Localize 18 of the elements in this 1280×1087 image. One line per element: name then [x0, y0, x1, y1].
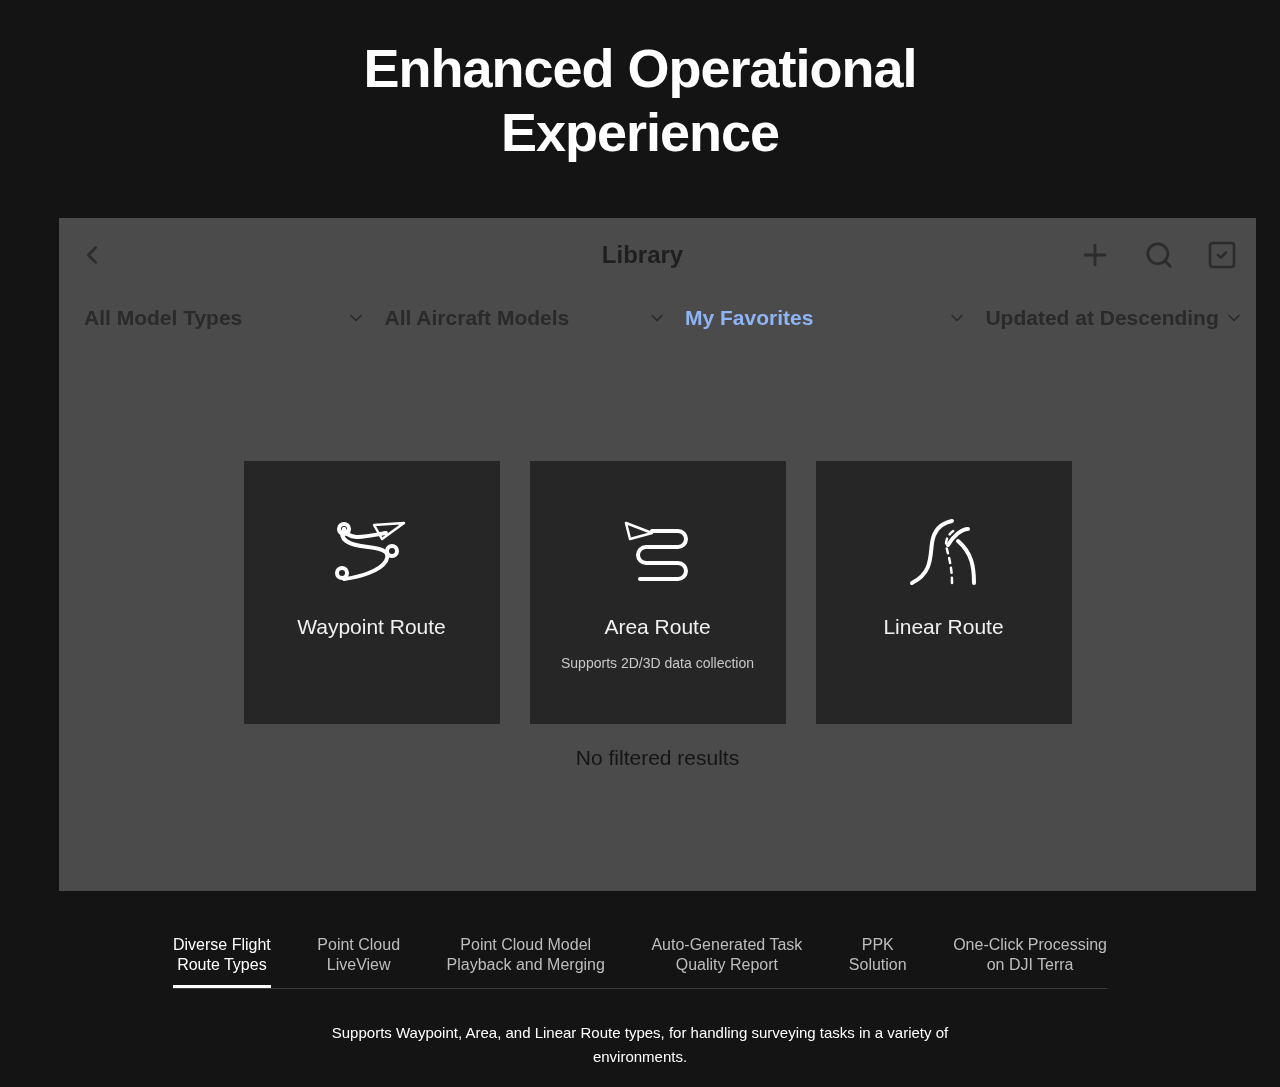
card-subtitle: Supports 2D/3D data collection: [561, 653, 754, 673]
route-type-card[interactable]: Linear Route: [815, 461, 1072, 724]
feature-tab[interactable]: Auto-Generated Task Quality Report: [651, 935, 803, 988]
card-title: Waypoint Route: [297, 614, 446, 640]
select-icon[interactable]: [1206, 239, 1238, 271]
card-title: Area Route: [604, 614, 711, 640]
feature-tab[interactable]: Point Cloud Model Playback and Merging: [446, 935, 605, 988]
tab-description: Supports Waypoint, Area, and Linear Route types, for handling surveying tasks in a variety of environments.: [330, 1023, 950, 1067]
feature-tab[interactable]: Point Cloud LiveView: [317, 935, 401, 988]
feature-tab[interactable]: Diverse Flight Route Types: [173, 935, 271, 988]
search-icon[interactable]: [1144, 240, 1174, 270]
card-title: Linear Route: [883, 614, 1004, 640]
route-type-card[interactable]: Area Route Supports 2D/3D data collection: [529, 461, 786, 724]
route-type-card[interactable]: Waypoint Route: [243, 461, 500, 724]
filter-dropdown[interactable]: My Favorites: [684, 302, 986, 334]
page-heading: Enhanced Operational Experience: [362, 37, 918, 164]
feature-tab[interactable]: PPK Solution: [848, 935, 907, 988]
feature-tab[interactable]: One-Click Processing on DJI Terra: [953, 935, 1107, 988]
